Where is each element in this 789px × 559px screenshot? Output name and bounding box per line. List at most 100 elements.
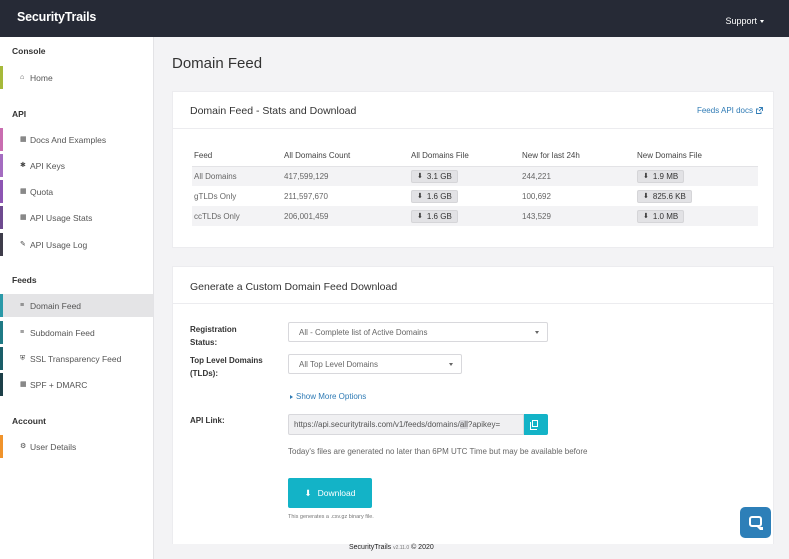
copy-icon (530, 420, 538, 430)
cell-new24h: 100,692 (522, 191, 551, 201)
file-size: 1.0 MB (652, 211, 679, 221)
sidebar-item-usage-stats[interactable]: ▦ API Usage Stats (0, 206, 153, 229)
tld-select[interactable]: All Top Level Domains (288, 354, 462, 374)
sidebar-item-label: Quota (30, 187, 54, 197)
label-line: Registration (190, 325, 237, 334)
chat-widget-button[interactable] (740, 507, 771, 538)
sidebar: Console ⌂ Home API ▦ Docs And Examples ✱… (0, 37, 154, 559)
file-size: 825.6 KB (652, 191, 686, 201)
sidebar-item-user-details[interactable]: ⚙ User Details (0, 435, 153, 458)
gear-icon: ⚙ (20, 443, 27, 450)
list-icon: ≡ (20, 302, 25, 309)
registration-status-select[interactable]: All - Complete list of Active Domains (288, 322, 548, 342)
sidebar-section-account: Account (12, 416, 46, 426)
brand-logo[interactable]: SecurityTrails (17, 10, 96, 24)
download-file-button[interactable]: ⬇ 1.6 GB (411, 209, 458, 223)
sidebar-item-usage-log[interactable]: ✎ API Usage Log (0, 233, 153, 256)
label-line: Status: (190, 338, 218, 347)
select-value: All - Complete list of Active Domains (299, 328, 428, 337)
file-size: 1.9 MB (652, 171, 679, 181)
file-size: 1.6 GB (426, 211, 452, 221)
home-icon: ⌂ (20, 74, 25, 81)
custom-card-header: Generate a Custom Domain Feed Download (173, 267, 773, 304)
sidebar-item-label: API Keys (30, 161, 65, 171)
grid-icon: ▦ (20, 188, 27, 195)
caret-right-icon (290, 394, 293, 399)
stats-card-title: Domain Feed - Stats and Download (190, 105, 357, 117)
sidebar-item-docs[interactable]: ▦ Docs And Examples (0, 128, 153, 151)
label-line: (TLDs): (190, 369, 218, 378)
page-title: Domain Feed (172, 55, 263, 72)
feed-stats-table: Feed All Domains Count All Domains File … (192, 146, 758, 226)
support-menu[interactable]: Support (725, 16, 764, 26)
sidebar-item-ssl-feed[interactable]: ⛨ SSL Transparency Feed (0, 347, 153, 370)
cell-count: 211,597,670 (284, 191, 328, 201)
sidebar-item-subdomain-feed[interactable]: ≡ Subdomain Feed (0, 321, 153, 344)
shield-icon: ⛨ (20, 355, 26, 362)
api-link-field[interactable]: https://api.securitytrails.com/v1/feeds/… (288, 414, 524, 435)
col-feed: Feed (192, 146, 282, 167)
list-icon: ≡ (20, 329, 25, 336)
sidebar-item-api-keys[interactable]: ✱ API Keys (0, 154, 153, 177)
feeds-api-docs-link[interactable]: Feeds API docs (697, 106, 763, 115)
footer: SecurityTrails v2.11.0 © 2020 (349, 544, 434, 551)
sidebar-item-label: API Usage Log (30, 240, 88, 250)
sidebar-item-home[interactable]: ⌂ Home (0, 66, 153, 89)
col-count: All Domains Count (282, 146, 409, 167)
sidebar-item-label: User Details (30, 442, 77, 452)
download-label: Download (317, 488, 356, 498)
api-link-prefix: https://api.securitytrails.com/v1/feeds/… (294, 420, 460, 429)
puzzle-icon: ✱ (20, 162, 26, 169)
sidebar-section-api: API (12, 109, 27, 119)
download-new-file-button[interactable]: ⬇ 1.9 MB (637, 169, 685, 183)
top-navbar: SecurityTrails Support (0, 0, 789, 37)
col-new24h: New for last 24h (520, 146, 635, 167)
download-icon: ⬇ (304, 487, 312, 498)
cell-feed: All Domains (192, 166, 282, 186)
chart-icon: ▦ (20, 214, 27, 221)
sidebar-item-label: Domain Feed (30, 301, 82, 311)
download-icon: ⬇ (643, 173, 649, 181)
download-icon: ⬇ (417, 193, 423, 200)
table-row: All Domains 417,599,129 ⬇ 3.1 GB 244,221 … (192, 166, 758, 186)
file-size: 1.6 GB (426, 191, 452, 201)
copy-button[interactable] (524, 414, 548, 435)
external-link-icon (756, 107, 763, 114)
footer-version: v2.11.0 (393, 545, 410, 551)
stats-card-header: Domain Feed - Stats and Download Feeds A… (173, 92, 773, 129)
cell-feed: ccTLDs Only (192, 206, 282, 226)
cell-count: 417,599,129 (282, 166, 409, 186)
download-icon: ⬇ (417, 213, 423, 220)
api-link-label: API Link: (190, 416, 225, 425)
table-header-row: Feed All Domains Count All Domains File … (192, 146, 758, 167)
custom-feed-card: Generate a Custom Domain Feed Download R… (172, 266, 774, 544)
generation-note: Today's files are generated no later tha… (288, 447, 588, 456)
sidebar-item-label: SSL Transparency Feed (30, 354, 122, 364)
docs-link-label: Feeds API docs (696, 106, 753, 115)
book-icon: ▦ (20, 136, 27, 143)
stats-card: Domain Feed - Stats and Download Feeds A… (172, 91, 774, 248)
download-file-button[interactable]: ⬇ 3.1 GB (411, 169, 458, 183)
tld-label: Top Level Domains (TLDs): (190, 354, 263, 380)
download-new-file-button[interactable]: ⬇ 825.6 KB (637, 189, 692, 203)
cell-feed: gTLDs Only (194, 191, 237, 201)
download-button[interactable]: ⬇ Download (288, 478, 372, 508)
cell-new24h: 244,221 (520, 166, 635, 186)
col-new-file: New Domains File (635, 146, 758, 167)
api-link-suffix: ?apikey= (467, 420, 501, 429)
registration-status-label: Registration Status: (190, 323, 237, 349)
sidebar-item-label: API Usage Stats (30, 213, 93, 223)
pencil-icon: ✎ (20, 241, 26, 248)
more-options-label: Show More Options (296, 392, 367, 401)
sidebar-item-domain-feed[interactable]: ≡ Domain Feed (0, 294, 153, 317)
sidebar-item-spf-dmarc[interactable]: ▦ SPF + DMARC (0, 373, 153, 396)
dropdown-arrow-icon (535, 331, 539, 334)
sidebar-item-quota[interactable]: ▦ Quota (0, 180, 153, 203)
cell-count: 206,001,459 (282, 206, 409, 226)
download-file-button[interactable]: ⬇ 1.6 GB (411, 189, 458, 203)
download-new-file-button[interactable]: ⬇ 1.0 MB (637, 209, 685, 223)
show-more-options-link[interactable]: Show More Options (290, 392, 366, 401)
label-line: Top Level Domains (190, 356, 263, 365)
footer-brand: SecurityTrails (349, 544, 392, 551)
table-row: gTLDs Only 211,597,670 ⬇ 1.6 GB 100,692 ⬇… (192, 186, 758, 206)
